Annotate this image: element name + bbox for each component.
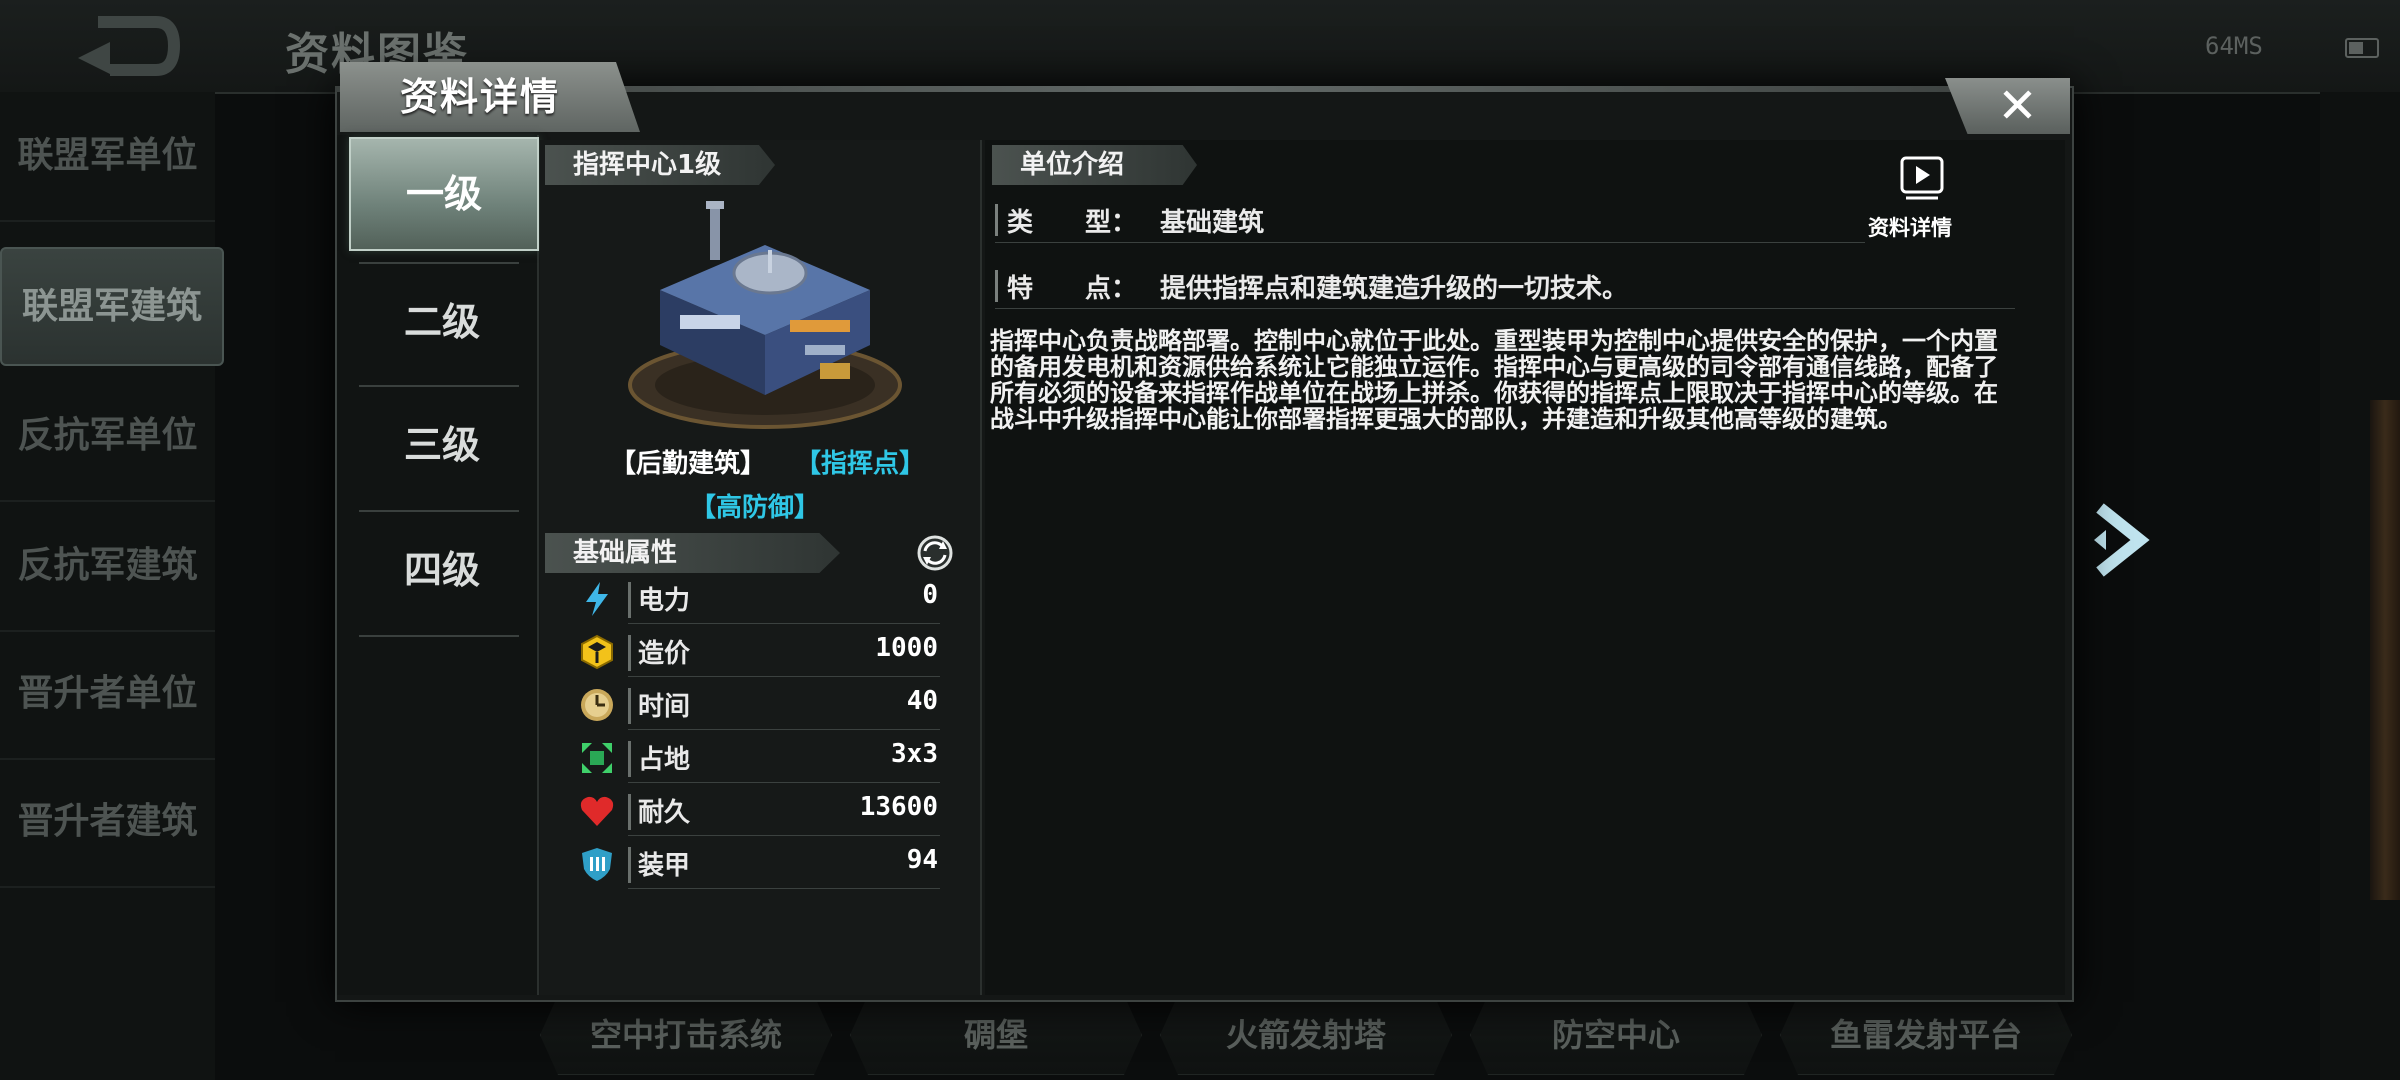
battery-icon xyxy=(2345,38,2379,58)
time-icon xyxy=(581,689,613,721)
stat-label: 电力 xyxy=(638,586,691,616)
intro-title: 单位介绍 xyxy=(992,145,1197,185)
tag-logistics: 【后勤建筑】 xyxy=(610,449,767,479)
back-arrow-icon xyxy=(78,16,181,76)
dialog-title: 资料详情 xyxy=(340,62,640,132)
command-center-icon xyxy=(628,201,902,429)
stat-value: 3x3 xyxy=(891,739,938,769)
category-ascended-units[interactable]: 晋升者单位 xyxy=(0,630,215,760)
tab-level-1[interactable]: 一级 xyxy=(349,137,539,251)
tab-level-2[interactable]: 二级 xyxy=(349,267,535,377)
stat-label: 耐久 xyxy=(638,798,691,828)
durability-icon xyxy=(580,796,614,826)
stat-value: 13600 xyxy=(859,792,938,822)
stat-row-power: 电力 0 xyxy=(570,574,940,624)
stat-row-time: 时间 40 xyxy=(570,680,940,730)
info-key: 特 点： xyxy=(1007,274,1138,304)
tag-command-point: 【指挥点】 xyxy=(795,449,926,479)
stat-row-cost: 造价 1000 xyxy=(570,627,940,677)
stat-row-durability: 耐久 13600 xyxy=(570,786,940,836)
stat-label: 装甲 xyxy=(638,851,691,881)
cost-icon xyxy=(581,634,613,670)
tab-rocket-tower[interactable]: 火箭发射塔 xyxy=(1160,995,1452,1075)
attributes-title: 基础属性 xyxy=(545,533,840,573)
tab-anti-air[interactable]: 防空中心 xyxy=(1470,995,1762,1075)
divider xyxy=(359,262,519,264)
chevron-right-icon xyxy=(2094,503,2150,577)
play-video-icon xyxy=(1900,156,1944,200)
refresh-icon xyxy=(917,535,953,571)
tab-level-4[interactable]: 四级 xyxy=(349,515,535,625)
stat-label: 造价 xyxy=(638,639,691,669)
category-alliance-units[interactable]: 联盟军单位 xyxy=(0,92,215,222)
tab-torpedo[interactable]: 鱼雷发射平台 xyxy=(1780,995,2072,1075)
category-rebel-units[interactable]: 反抗军单位 xyxy=(0,372,215,502)
back-button[interactable] xyxy=(70,14,181,78)
stat-value: 40 xyxy=(906,686,938,716)
stat-label: 占地 xyxy=(638,745,691,775)
unit-name: 指挥中心1级 xyxy=(545,145,775,185)
divider xyxy=(359,510,519,512)
power-icon xyxy=(586,582,608,616)
level-tabs: 一级 二级 三级 四级 xyxy=(337,135,539,995)
refresh-button[interactable] xyxy=(915,533,955,573)
category-ascended-buildings[interactable]: 晋升者建筑 xyxy=(0,758,215,888)
video-label[interactable]: 资料详情 xyxy=(1868,212,1952,242)
unit-image xyxy=(620,195,910,435)
backdrop-image xyxy=(2370,400,2400,900)
divider xyxy=(359,385,519,387)
info-value: 提供指挥点和建筑建造升级的一切技术。 xyxy=(1160,274,1629,304)
stat-value: 0 xyxy=(922,580,938,610)
stat-value: 1000 xyxy=(875,633,938,663)
info-key: 类 型： xyxy=(1007,208,1138,238)
tag-high-defense: 【高防御】 xyxy=(690,493,821,523)
stat-value: 94 xyxy=(906,845,938,875)
tab-air-strike[interactable]: 空中打击系统 xyxy=(540,995,832,1075)
category-rebel-buildings[interactable]: 反抗军建筑 xyxy=(0,502,215,632)
next-page-button[interactable] xyxy=(2080,500,2160,580)
info-row-feature: 特 点： 提供指挥点和建筑建造升级的一切技术。 xyxy=(995,264,2015,309)
armor-icon xyxy=(582,848,612,881)
latency-indicator: 64MS xyxy=(2205,32,2263,60)
category-sidebar: 联盟军单位 联盟军建筑 反抗军单位 反抗军建筑 晋升者单位 晋升者建筑 xyxy=(0,92,224,1080)
info-row-type: 类 型： 基础建筑 xyxy=(995,198,1865,243)
divider xyxy=(359,635,519,637)
category-alliance-buildings[interactable]: 联盟军建筑 xyxy=(0,247,224,366)
stat-row-footprint: 占地 3x3 xyxy=(570,733,940,783)
info-value: 基础建筑 xyxy=(1160,208,1265,238)
building-tabs: 空中打击系统 碉堡 火箭发射塔 防空中心 鱼雷发射平台 xyxy=(540,995,2060,1075)
footprint-icon xyxy=(582,743,612,773)
tab-level-3[interactable]: 三级 xyxy=(349,390,535,500)
tab-bunker[interactable]: 碉堡 xyxy=(850,995,1142,1075)
stat-row-armor: 装甲 94 xyxy=(570,839,940,889)
unit-description: 指挥中心负责战略部署。控制中心就位于此处。重型装甲为控制中心提供安全的保护，一个… xyxy=(990,327,1998,433)
stat-label: 时间 xyxy=(638,692,691,722)
